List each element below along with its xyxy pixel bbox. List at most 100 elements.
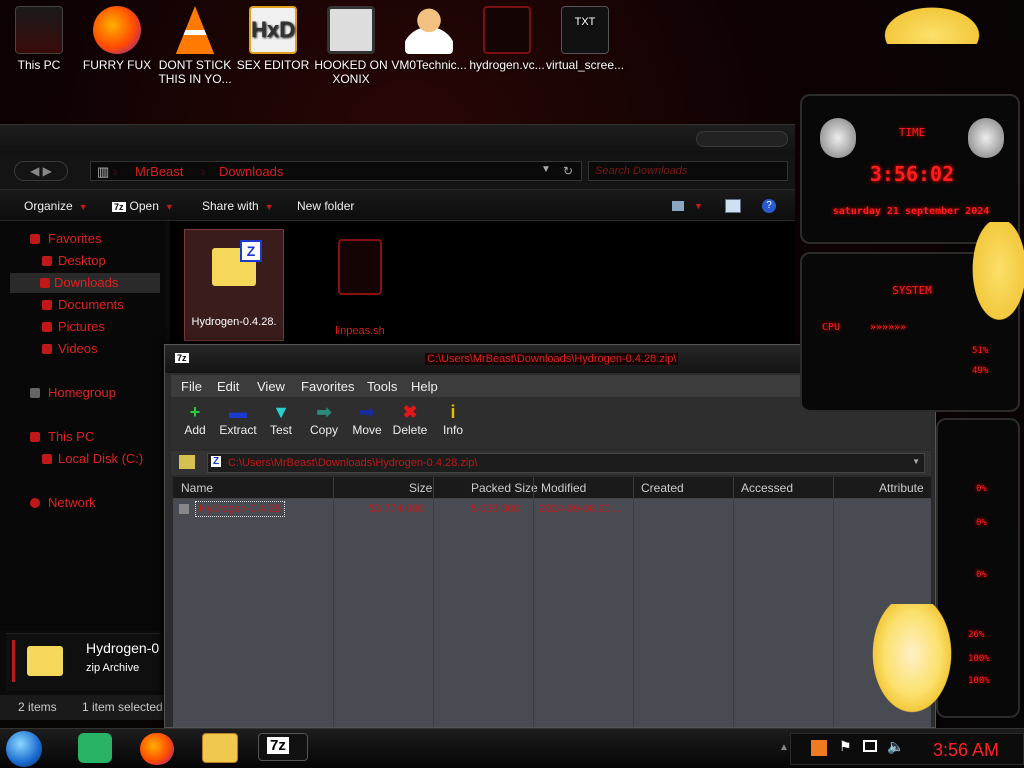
7zip-taskbar-button[interactable]: 7z (258, 733, 308, 761)
folder-up-icon[interactable] (179, 455, 195, 469)
tool-label: Extract (219, 423, 257, 437)
nav-label: Favorites (48, 231, 102, 246)
window-controls[interactable] (696, 131, 788, 147)
move-button[interactable]: ➡ Move (345, 401, 389, 437)
archive-file-list: Name Size Packed Size Modified Created A… (173, 477, 931, 727)
details-filename: Hydrogen-0 (86, 640, 160, 656)
nav-network[interactable]: Network (14, 493, 164, 513)
view-options-icon[interactable] (672, 201, 684, 211)
alien-head-icon (820, 118, 856, 158)
col-attributes[interactable]: Attribute (879, 481, 924, 495)
breadcrumb-mrbeast[interactable]: MrBeast (135, 164, 183, 179)
desktop-icon-sex-editor[interactable]: HxD SEX EDITOR (234, 6, 312, 72)
organize-label: Organize (24, 199, 73, 213)
cpu-arrows: »»»»»» (870, 322, 907, 333)
nav-label: Desktop (58, 253, 106, 268)
info-button[interactable]: i Info (431, 401, 475, 437)
preview-pane-icon[interactable] (725, 199, 741, 213)
nav-favorites[interactable]: Favorites (14, 229, 164, 249)
system-label: SYSTEM (892, 284, 932, 297)
organize-button[interactable]: Organize ▼ (24, 199, 88, 213)
pct-readout: 0% (976, 484, 987, 494)
clock-date: saturday 21 september 2024 (832, 206, 990, 217)
path-text: C:\Users\MrBeast\Downloads\Hydrogen-0.4.… (228, 457, 478, 469)
row-name: Hydrogen-0.4.28 (195, 501, 285, 517)
start-button[interactable] (6, 731, 42, 767)
col-modified[interactable]: Modified (541, 481, 586, 495)
path-input[interactable]: Z C:\Users\MrBeast\Downloads\Hydrogen-0.… (207, 453, 925, 473)
flag-icon[interactable]: ⚑ (839, 738, 852, 755)
col-packed-size[interactable]: Packed Size (471, 481, 538, 495)
file-name: Hydrogen-0.4.28. (191, 316, 277, 328)
menu-help[interactable]: Help (411, 379, 438, 394)
menu-view[interactable]: View (257, 379, 285, 394)
tray-app-icon[interactable] (811, 740, 827, 756)
desktop-icon-dont-stick[interactable]: DONT STICK THIS IN YO... (156, 6, 234, 86)
row-packed-size: 5 038 300 (471, 503, 520, 515)
breadcrumb-downloads[interactable]: Downloads (219, 164, 283, 179)
search-input[interactable]: Search Downloads (588, 161, 788, 181)
taskbar-clock[interactable]: 3:56 AM (933, 740, 999, 761)
notes-app-icon[interactable] (78, 733, 112, 763)
computer-icon (30, 432, 40, 442)
person-icon (405, 6, 453, 54)
desktop-icon-this-pc[interactable]: This PC (0, 6, 78, 72)
table-row[interactable]: Hydrogen-0.4.28 53 774 080 5 038 300 202… (173, 501, 931, 519)
menu-tools[interactable]: Tools (367, 379, 397, 394)
copy-button[interactable]: ➡ Copy (302, 401, 346, 437)
file-explorer-icon[interactable] (202, 733, 238, 763)
nav-desktop[interactable]: Desktop (14, 251, 164, 271)
new-folder-button[interactable]: New folder (297, 199, 354, 213)
desktop-icon-virtual-screen[interactable]: TXT virtual_scree... (546, 6, 624, 72)
chevron-down-icon[interactable]: ▼ (912, 457, 920, 466)
menu-file[interactable]: File (181, 379, 202, 394)
show-hidden-icons[interactable]: ▲ (779, 742, 789, 753)
delete-button[interactable]: ✖ Delete (388, 401, 432, 437)
add-button[interactable]: + Add (173, 401, 217, 437)
back-forward-buttons[interactable]: ◀ ▶ (14, 161, 68, 181)
volume-icon[interactable]: 🔈 (887, 738, 904, 755)
list-header: Name Size Packed Size Modified Created A… (173, 477, 931, 499)
col-created[interactable]: Created (641, 481, 684, 495)
plus-icon: + (189, 402, 201, 422)
chevron-down-icon: ▼ (78, 202, 88, 212)
nav-videos[interactable]: Videos (14, 339, 164, 359)
folder-icon: ▥ (97, 164, 110, 179)
col-size[interactable]: Size (409, 481, 432, 495)
minus-icon: ▬ (229, 402, 247, 422)
col-name[interactable]: Name (181, 481, 213, 495)
desktop-icon-xonix[interactable]: HOOKED ON XONIX (312, 6, 390, 86)
address-bar[interactable]: ▥ › MrBeast › Downloads ▼ ↻ (90, 161, 582, 181)
open-button[interactable]: 7z Open ▼ (112, 199, 174, 213)
nav-documents[interactable]: Documents (14, 295, 164, 315)
desktop-icon-furry-fux[interactable]: FURRY FUX (78, 6, 156, 72)
share-with-button[interactable]: Share with ▼ (202, 199, 274, 213)
menu-favorites[interactable]: Favorites (301, 379, 354, 394)
desktop-icon-hydrogen[interactable]: hydrogen.vc... (468, 6, 546, 72)
file-item-hydrogen-zip[interactable]: Z Hydrogen-0.4.28. (184, 229, 284, 341)
test-button[interactable]: ▼ Test (259, 401, 303, 437)
downloads-icon (40, 278, 50, 288)
menu-edit[interactable]: Edit (217, 379, 239, 394)
nav-pictures[interactable]: Pictures (14, 317, 164, 337)
nav-downloads[interactable]: Downloads (10, 273, 160, 293)
refresh-icon[interactable]: ↻ (563, 164, 573, 178)
nav-homegroup[interactable]: Homegroup (14, 383, 164, 403)
open-label: Open (129, 199, 159, 213)
nav-local-disk[interactable]: Local Disk (C:) (14, 449, 164, 469)
chevron-down-icon[interactable]: ▼ (541, 164, 551, 175)
desktop-icon-vm0[interactable]: VM0Technic... (390, 6, 468, 72)
firefox-icon[interactable] (140, 733, 174, 765)
tool-label: Copy (309, 423, 338, 437)
network-tray-icon[interactable] (863, 740, 877, 752)
file-item-linpeas[interactable]: linpeas.sh (310, 229, 410, 341)
status-selected-count: 1 item selected (82, 700, 162, 714)
chevron-down-icon[interactable]: ▼ (694, 201, 703, 211)
desktop-icon-label: DONT STICK THIS IN YO... (158, 58, 232, 86)
nav-this-pc[interactable]: This PC (14, 427, 164, 447)
help-icon[interactable]: ? (762, 199, 776, 213)
tool-label: Delete (392, 423, 428, 437)
col-accessed[interactable]: Accessed (741, 481, 793, 495)
extract-button[interactable]: ▬ Extract (216, 401, 260, 437)
explorer-titlebar[interactable] (0, 125, 795, 155)
